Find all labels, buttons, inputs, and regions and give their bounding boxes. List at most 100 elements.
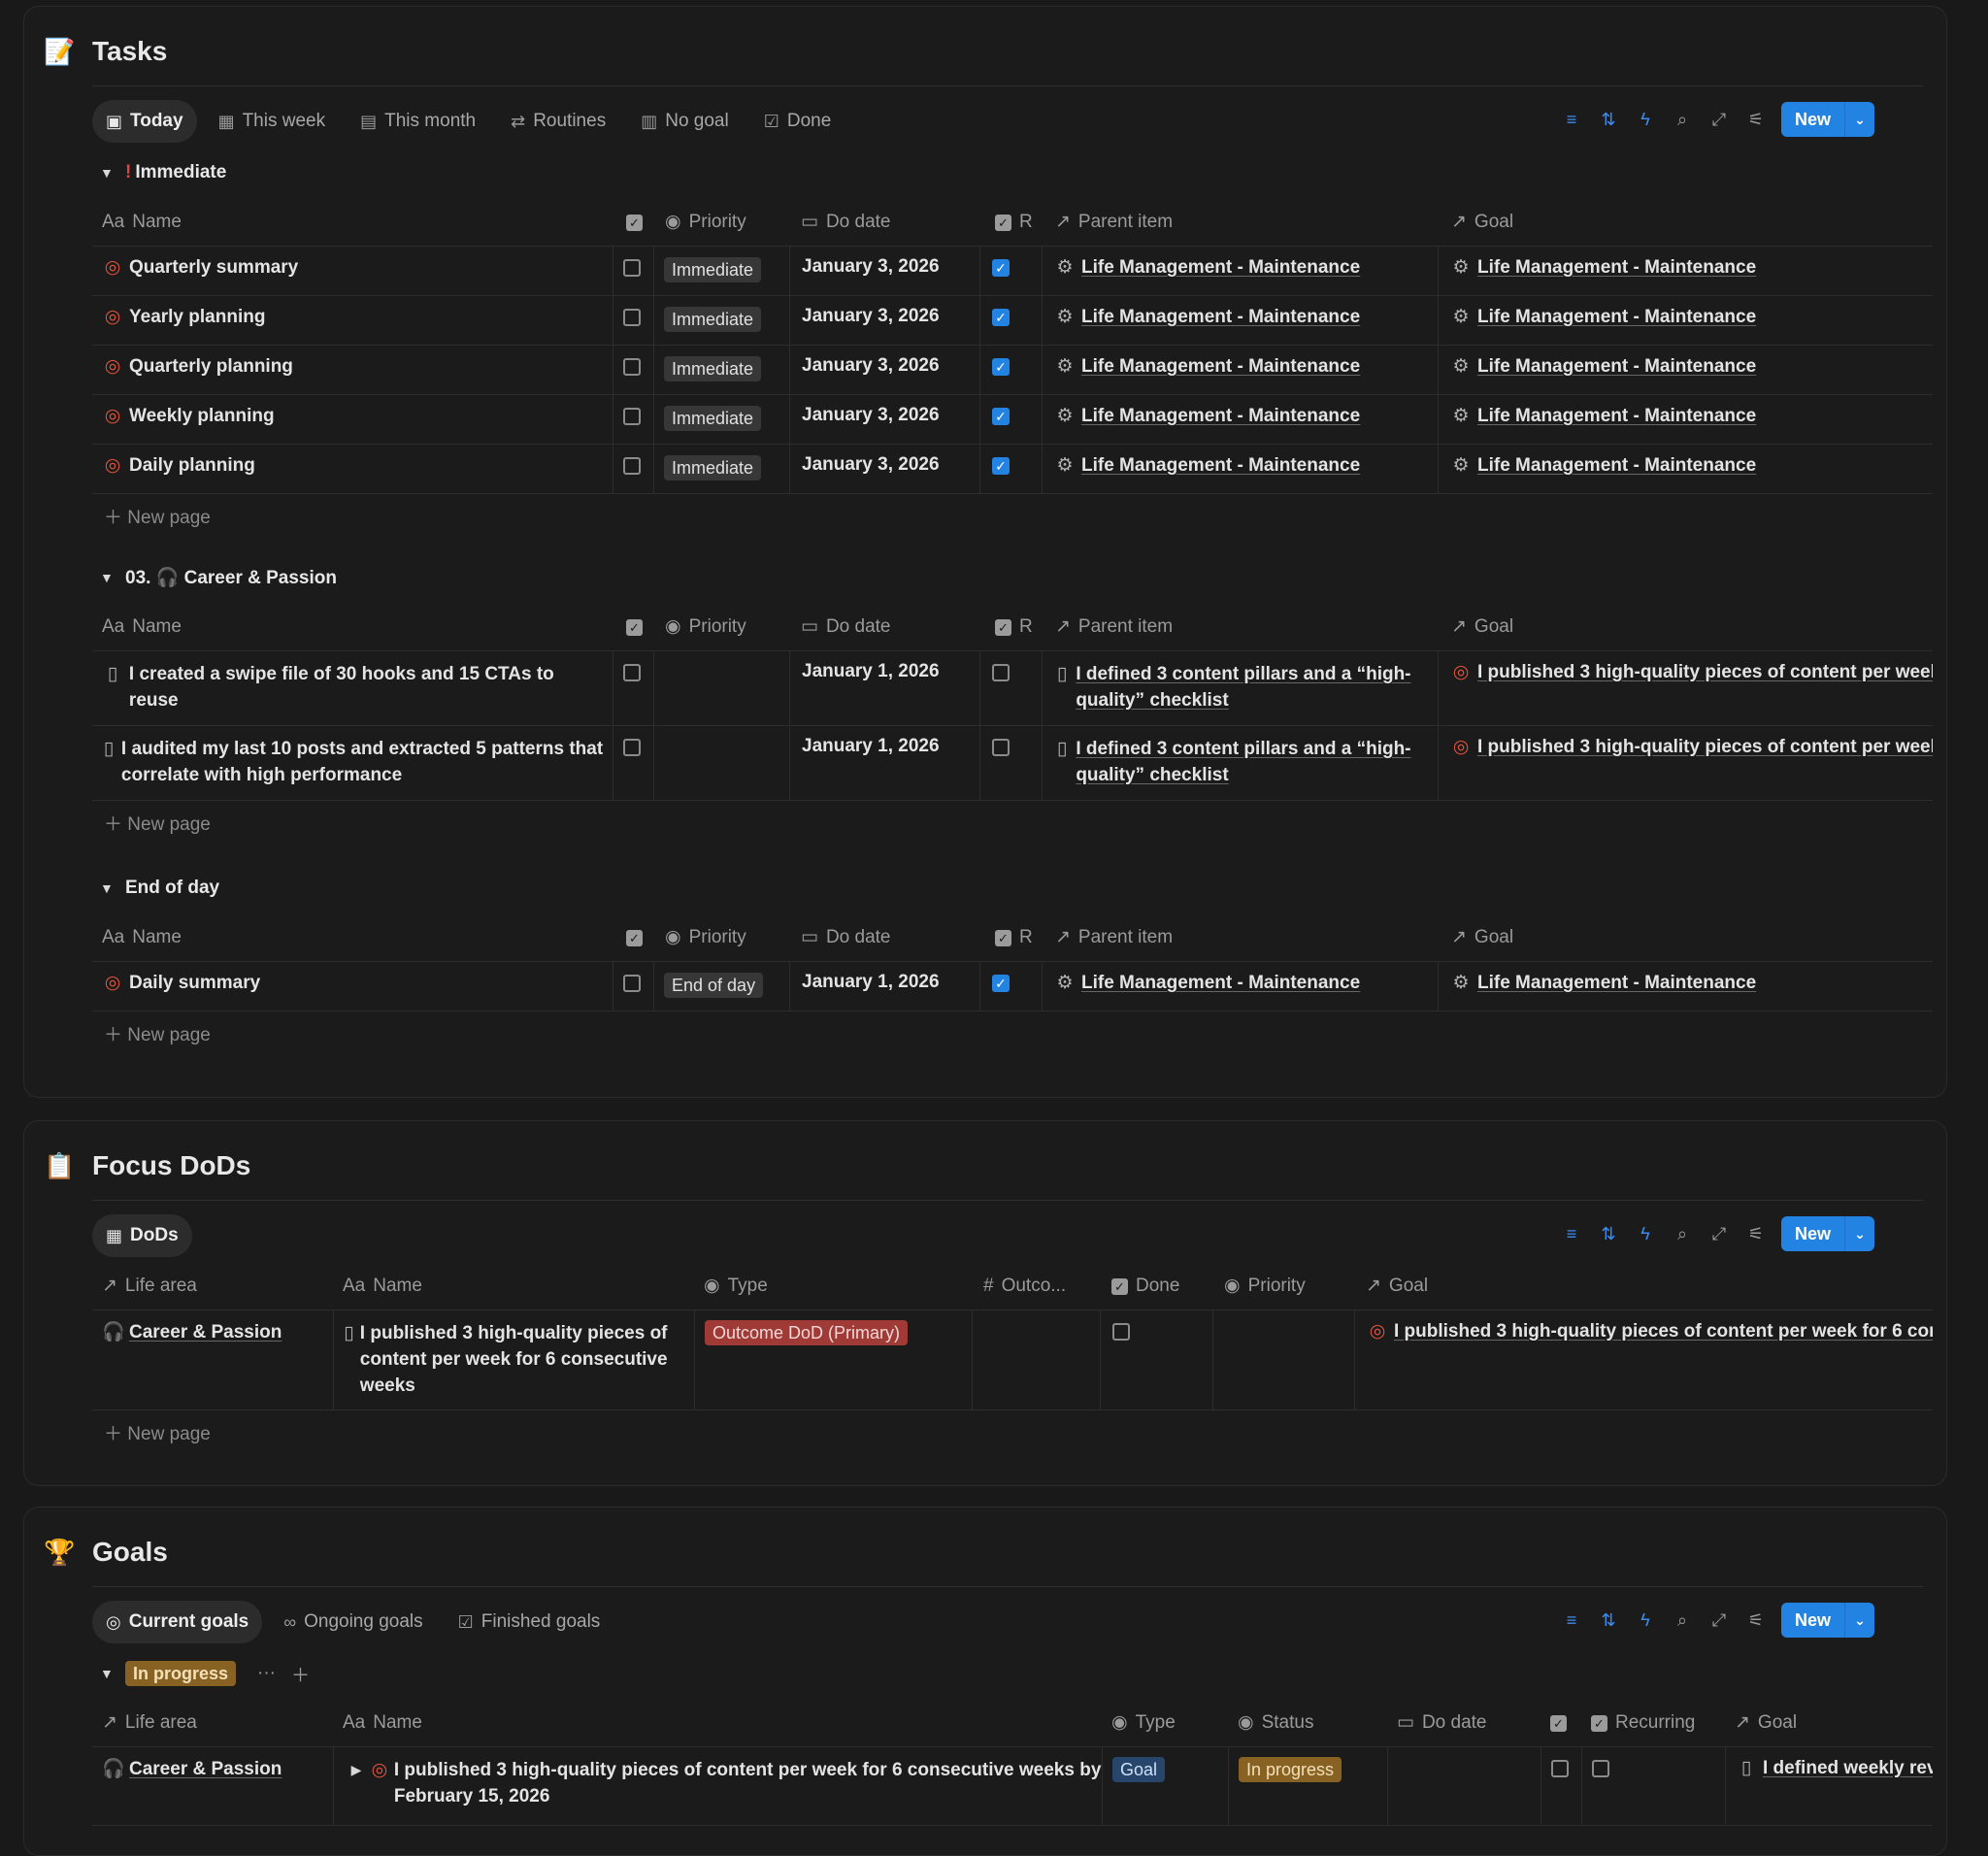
table-row[interactable]: ◎ Daily summary End of day January 1, 202…	[92, 962, 1933, 1011]
automation-icon[interactable]: ϟ	[1634, 110, 1657, 130]
search-icon[interactable]: ⌕	[1671, 1610, 1694, 1631]
text-property-icon: Aa	[102, 212, 125, 232]
table-row[interactable]: ◎ Quarterly planning Immediate January 3,…	[92, 346, 1933, 395]
triangle-right-icon[interactable]: ▶	[348, 1757, 365, 1825]
tab-this-month[interactable]: ▤ This month	[347, 100, 489, 143]
done-checkbox[interactable]	[623, 457, 641, 475]
table-row[interactable]: ◎ Daily planning Immediate January 3, 202…	[92, 445, 1933, 494]
done-checkbox[interactable]	[623, 408, 641, 425]
settings-icon[interactable]: ⚟	[1744, 1224, 1768, 1244]
table-row[interactable]: ▯ I created a swipe file of 30 hooks and …	[92, 651, 1933, 726]
tab-no-goal[interactable]: ▥ No goal	[627, 100, 743, 143]
tab-done[interactable]: ☑ Done	[750, 100, 845, 143]
recurring-checkbox[interactable]: ✓	[992, 457, 1010, 475]
sort-icon[interactable]: ⇅	[1597, 1610, 1620, 1631]
triangle-down-icon[interactable]: ▼	[100, 1666, 116, 1681]
settings-icon[interactable]: ⚟	[1744, 1610, 1768, 1631]
group-header-career[interactable]: ▼ 03. 🎧 Career & Passion	[100, 563, 337, 592]
gear-icon: ⚙	[1056, 973, 1074, 993]
table-row[interactable]: 🎧 Career & Passion ▯ I published 3 high-qu…	[92, 1310, 1933, 1410]
done-checkbox[interactable]	[1551, 1760, 1569, 1777]
recurring-checkbox[interactable]: ✓	[992, 259, 1010, 277]
done-checkbox[interactable]	[623, 739, 641, 756]
new-page-button[interactable]: ＋ New page	[92, 494, 1933, 543]
priority-tag[interactable]: Immediate	[664, 406, 762, 431]
settings-icon[interactable]: ⚟	[1744, 110, 1768, 130]
chevron-down-icon[interactable]: ⌄	[1844, 102, 1874, 137]
done-checkbox[interactable]	[623, 259, 641, 277]
recurring-checkbox[interactable]	[992, 664, 1010, 681]
priority-tag[interactable]: Immediate	[664, 257, 762, 282]
status-tag[interactable]: In progress	[1239, 1757, 1342, 1782]
priority-tag[interactable]: Immediate	[664, 356, 762, 381]
table-row[interactable]: ◎ Quarterly summary Immediate January 3, …	[92, 247, 1933, 296]
recurring-checkbox[interactable]: ✓	[992, 358, 1010, 376]
automation-icon[interactable]: ϟ	[1634, 1224, 1657, 1244]
relation-arrow-icon: ↗	[102, 1712, 117, 1733]
select-property-icon: ◉	[1224, 1276, 1241, 1296]
new-button[interactable]: New ⌄	[1780, 102, 1874, 137]
priority-tag[interactable]: Immediate	[664, 307, 762, 332]
page-icon: ▯	[1740, 1758, 1752, 1778]
gift-icon: ▥	[641, 111, 658, 131]
done-checkbox[interactable]	[623, 358, 641, 376]
expand-icon[interactable]: ⤢	[1707, 1610, 1731, 1631]
type-tag[interactable]: Goal	[1112, 1757, 1166, 1782]
new-button[interactable]: New ⌄	[1780, 1603, 1874, 1638]
recurring-checkbox[interactable]	[992, 739, 1010, 756]
new-page-button[interactable]: ＋ New page	[92, 1410, 1933, 1459]
done-checkbox[interactable]	[623, 664, 641, 681]
group-header-end-of-day[interactable]: ▼ End of day	[100, 874, 219, 903]
table-row[interactable]: ◎ Yearly planning Immediate January 3, 20…	[92, 296, 1933, 346]
table-header: Aa Name ✓ ◉ Priority ▭ Do date ✓ R ↗ Parent i…	[92, 914, 1933, 962]
priority-tag[interactable]: End of day	[664, 973, 764, 998]
recurring-checkbox[interactable]	[1592, 1760, 1609, 1777]
table-row[interactable]: 🎧 Career & Passion ▶ ◎ I published 3 high-q…	[92, 1747, 1933, 1826]
new-button[interactable]: New ⌄	[1780, 1216, 1874, 1251]
table-header: Aa Name ✓ ◉ Priority ▭ Do date ✓ R ↗ Parent i…	[92, 199, 1933, 247]
triangle-down-icon[interactable]: ▼	[100, 570, 116, 585]
tab-current-goals[interactable]: ◎ Current goals	[92, 1601, 263, 1643]
search-icon[interactable]: ⌕	[1671, 1224, 1694, 1244]
tab-this-week[interactable]: ▦ This week	[205, 100, 340, 143]
plus-icon[interactable]: ＋	[291, 1661, 310, 1687]
filter-icon[interactable]: ≡	[1560, 1610, 1583, 1631]
done-checkbox[interactable]	[623, 975, 641, 992]
recurring-checkbox[interactable]: ✓	[992, 309, 1010, 326]
new-page-button[interactable]: ＋ New page	[92, 801, 1933, 849]
triangle-down-icon[interactable]: ▼	[100, 880, 116, 896]
done-checkbox[interactable]	[623, 309, 641, 326]
sort-icon[interactable]: ⇅	[1597, 1224, 1620, 1244]
filter-icon[interactable]: ≡	[1560, 110, 1583, 130]
automation-icon[interactable]: ϟ	[1634, 1610, 1657, 1631]
chevron-down-icon[interactable]: ⌄	[1844, 1603, 1874, 1638]
recurring-checkbox[interactable]: ✓	[992, 975, 1010, 992]
gear-icon: ⚙	[1056, 356, 1074, 377]
chevron-down-icon[interactable]: ⌄	[1844, 1216, 1874, 1251]
triangle-down-icon[interactable]: ▼	[100, 165, 116, 181]
tab-ongoing-goals[interactable]: ∞ Ongoing goals	[270, 1601, 436, 1643]
tab-finished-goals[interactable]: ☑ Finished goals	[445, 1601, 614, 1643]
tab-today[interactable]: ▣ Today	[92, 100, 197, 143]
tab-dods[interactable]: ▦ DoDs	[92, 1214, 192, 1257]
table-row[interactable]: ▯ I audited my last 10 posts and extracte…	[92, 726, 1933, 801]
search-icon[interactable]: ⌕	[1671, 110, 1694, 130]
new-page-button[interactable]: ＋ New page	[92, 1011, 1933, 1060]
expand-icon[interactable]: ⤢	[1707, 1224, 1731, 1244]
done-checkbox[interactable]	[1112, 1323, 1130, 1341]
table-row[interactable]: ◎ Weekly planning Immediate January 3, 20…	[92, 395, 1933, 445]
group-header-immediate[interactable]: ▼ ! Immediate	[100, 158, 226, 187]
tab-routines[interactable]: ⇄ Routines	[497, 100, 619, 143]
more-icon[interactable]: ···	[257, 1663, 276, 1684]
filter-icon[interactable]: ≡	[1560, 1224, 1583, 1244]
expand-icon[interactable]: ⤢	[1707, 110, 1731, 130]
text-property-icon: Aa	[102, 616, 125, 637]
headphones-icon: 🎧	[102, 1759, 125, 1779]
priority-tag[interactable]: Immediate	[664, 455, 762, 481]
type-tag[interactable]: Outcome DoD (Primary)	[705, 1320, 909, 1345]
group-header-in-progress[interactable]: ▼ In progress ··· ＋	[100, 1659, 310, 1688]
date-property-icon: ▭	[801, 212, 818, 232]
sort-icon[interactable]: ⇅	[1597, 110, 1620, 130]
recurring-checkbox[interactable]: ✓	[992, 408, 1010, 425]
calendar-day-icon: ▣	[106, 111, 123, 131]
